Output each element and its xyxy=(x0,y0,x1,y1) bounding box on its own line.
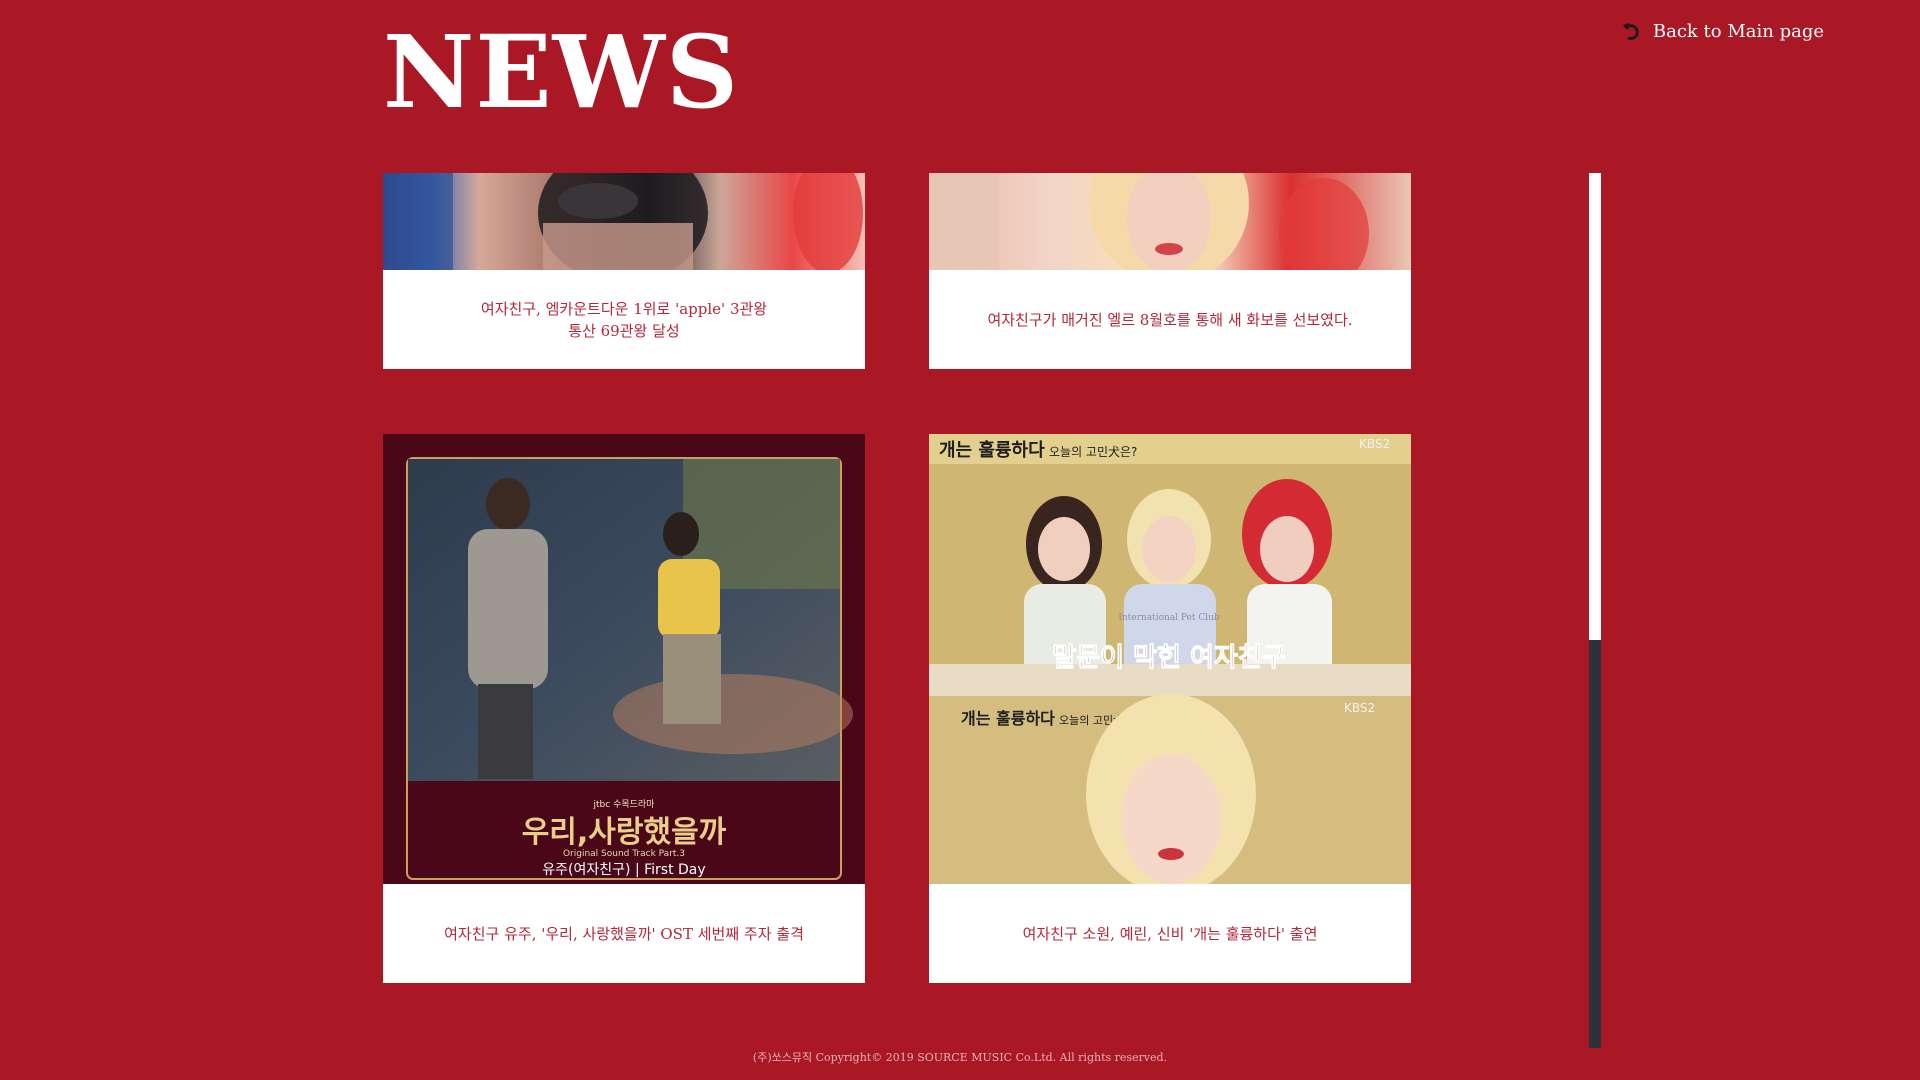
screen-shirt-print: International Pet Club xyxy=(1118,613,1220,623)
back-to-main-label: Back to Main page xyxy=(1652,20,1824,42)
poster-title: 우리,사랑했을까 xyxy=(522,815,727,850)
news-caption-3[interactable]: 여자친구 유주, '우리, 사랑했을까' OST 세번째 주자 출격 xyxy=(383,884,865,983)
news-card-2[interactable]: 여자친구가 매거진 엘르 8월호를 통해 새 화보를 선보였다. xyxy=(929,173,1411,369)
scrollbar-thumb[interactable] xyxy=(1589,173,1601,640)
scrollbar-track[interactable] xyxy=(1589,173,1601,1048)
screen-show-title: 개는 훌륭하다 xyxy=(939,439,1045,461)
news-card-4[interactable]: 개는 훌륭하다 오늘의 고민犬은? KBS2 International Pet… xyxy=(929,434,1411,983)
page-title: NEWS xyxy=(383,13,740,131)
news-caption-1[interactable]: 여자친구, 엠카운트다운 1위로 'apple' 3관왕 통산 69관왕 달성 xyxy=(383,270,865,369)
screen-show-title-2: 개는 훌륭하다 xyxy=(961,709,1055,728)
news-image-2[interactable] xyxy=(929,173,1411,270)
news-image-1[interactable] xyxy=(383,173,865,270)
svg-text:말문이 막힌 여자친구: 말문이 막힌 여자친구 xyxy=(1052,643,1285,673)
undo-arrow-icon xyxy=(1622,22,1639,40)
news-caption-4[interactable]: 여자친구 소원, 예린, 신비 '개는 훌륭하다' 출연 xyxy=(929,884,1411,983)
screen-subtitle-b: 여자친구 xyxy=(1190,643,1286,673)
poster-brand: jtbc 수목드라마 xyxy=(593,799,656,810)
screen-channel: KBS2 xyxy=(1359,437,1390,451)
screen-subtitle-a: 말문이 막힌 xyxy=(1052,643,1190,673)
poster-artist: 유주(여자친구) | First Day xyxy=(542,862,705,878)
news-image-4[interactable]: 개는 훌륭하다 오늘의 고민犬은? KBS2 International Pet… xyxy=(929,434,1411,884)
footer-copyright: (주)쏘스뮤직 Copyright© 2019 SOURCE MUSIC Co.… xyxy=(752,1051,1168,1064)
news-card-1[interactable]: 여자친구, 엠카운트다운 1위로 'apple' 3관왕 통산 69관왕 달성 xyxy=(383,173,865,369)
poster-subtitle: Original Sound Track Part.3 xyxy=(563,849,685,859)
back-to-main-link[interactable]: Back to Main page xyxy=(1621,20,1824,42)
news-card-3[interactable]: jtbc 수목드라마 우리,사랑했을까 Original Sound Track… xyxy=(383,434,865,983)
screen-tag: 오늘의 고민犬은? xyxy=(1049,445,1137,459)
news-caption-2[interactable]: 여자친구가 매거진 엘르 8월호를 통해 새 화보를 선보였다. xyxy=(929,270,1411,369)
news-image-3[interactable]: jtbc 수목드라마 우리,사랑했을까 Original Sound Track… xyxy=(383,434,865,884)
screen-channel-2: KBS2 xyxy=(1344,701,1375,715)
